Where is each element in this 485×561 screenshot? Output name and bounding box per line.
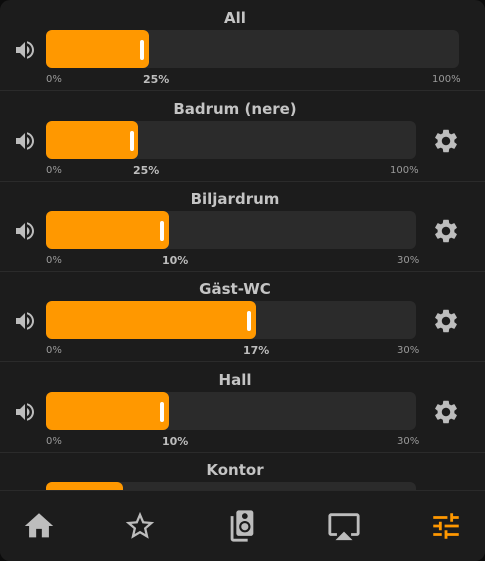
volume-slider[interactable]	[46, 392, 416, 430]
volume-slider[interactable]	[46, 30, 459, 68]
volume-fill	[46, 392, 169, 430]
zone-title: All	[224, 9, 246, 27]
slider-current-label: 25%	[133, 164, 160, 177]
slider-min-label: 0%	[46, 165, 62, 176]
volume-thumb[interactable]	[247, 311, 251, 331]
zone-list[interactable]: All 0% 25% 100% Badrum (nere) 0% 25% 100…	[0, 0, 485, 490]
volume-thumb[interactable]	[160, 221, 164, 241]
zone-row-hall: Hall 0% 10% 30%	[0, 362, 485, 453]
volume-slider[interactable]	[46, 121, 416, 159]
slider-max-label: 100%	[432, 74, 461, 85]
zone-title: Hall	[218, 371, 252, 389]
slider-min-label: 0%	[46, 74, 62, 85]
slider-min-label: 0%	[46, 436, 62, 447]
volume-fill	[46, 301, 256, 339]
zone-row-biljardrum: Biljardrum 0% 10% 30%	[0, 181, 485, 272]
slider-max-label: 30%	[397, 436, 420, 447]
nav-equalizer-button[interactable]	[429, 509, 463, 543]
bottom-navigation	[0, 490, 485, 561]
volume-slider[interactable]	[46, 211, 416, 249]
zone-row-gast-wc: Gäst-WC 0% 17% 30%	[0, 271, 485, 362]
home-icon	[24, 513, 54, 538]
speaker-volume-icon[interactable]	[12, 38, 38, 62]
nav-home-button[interactable]	[22, 509, 56, 543]
zone-row-badrum-nere: Badrum (nere) 0% 25% 100%	[0, 91, 485, 182]
nav-speakers-button[interactable]	[225, 509, 259, 543]
slider-max-label: 30%	[397, 255, 420, 266]
zone-title: Kontor	[206, 461, 264, 479]
settings-gear-icon[interactable]	[432, 217, 460, 245]
volume-fill	[46, 30, 149, 68]
nav-airplay-button[interactable]	[327, 509, 361, 543]
zone-row-kontor: Kontor	[0, 452, 485, 490]
zone-title: Biljardrum	[190, 190, 280, 208]
speaker-volume-icon[interactable]	[12, 129, 38, 153]
zone-title: Badrum (nere)	[173, 100, 297, 118]
volume-fill	[46, 482, 123, 490]
settings-gear-icon[interactable]	[432, 398, 460, 426]
volume-thumb[interactable]	[130, 131, 134, 151]
volume-slider[interactable]	[46, 301, 416, 339]
slider-current-label: 17%	[243, 344, 270, 357]
speaker-volume-icon[interactable]	[12, 309, 38, 333]
volume-fill	[46, 211, 169, 249]
slider-current-label: 25%	[143, 73, 170, 86]
slider-min-label: 0%	[46, 345, 62, 356]
zone-row-all: All 0% 25% 100%	[0, 0, 485, 91]
slider-max-label: 100%	[390, 165, 419, 176]
volume-thumb[interactable]	[140, 40, 144, 60]
slider-current-label: 10%	[162, 254, 189, 267]
volume-panel: All 0% 25% 100% Badrum (nere) 0% 25% 100…	[0, 0, 485, 561]
volume-fill	[46, 121, 138, 159]
volume-slider[interactable]	[46, 482, 416, 490]
volume-thumb[interactable]	[160, 402, 164, 422]
airplay-icon	[328, 513, 360, 541]
zone-title: Gäst-WC	[199, 280, 271, 298]
slider-current-label: 10%	[162, 435, 189, 448]
nav-favorites-button[interactable]	[123, 509, 157, 543]
favorites-star-icon	[125, 511, 155, 539]
speaker-volume-icon[interactable]	[12, 400, 38, 424]
speaker-icon	[230, 510, 254, 542]
settings-gear-icon[interactable]	[432, 127, 460, 155]
settings-gear-icon[interactable]	[432, 307, 460, 335]
slider-max-label: 30%	[397, 345, 420, 356]
speaker-volume-icon[interactable]	[12, 219, 38, 243]
slider-min-label: 0%	[46, 255, 62, 266]
equalizer-sliders-icon	[433, 513, 459, 539]
